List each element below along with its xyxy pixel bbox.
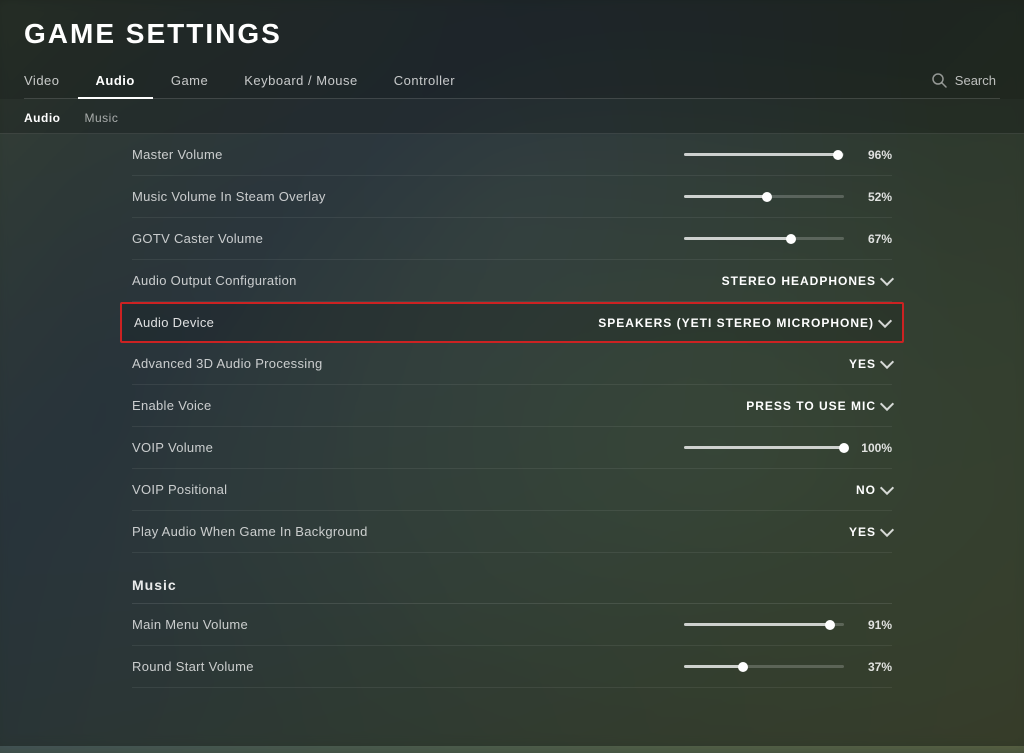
setting-label-main-menu-volume: Main Menu Volume: [132, 617, 248, 632]
slider-thumb-master-volume: [833, 150, 843, 160]
chevron-down-icon-audio-output: [880, 272, 894, 286]
setting-label-enable-voice: Enable Voice: [132, 398, 212, 413]
chevron-down-icon-3d-audio: [880, 355, 894, 369]
slider-voip-volume[interactable]: 100%: [684, 441, 892, 455]
setting-label-3d-audio: Advanced 3D Audio Processing: [132, 356, 323, 371]
slider-track-gotv[interactable]: [684, 237, 844, 240]
setting-row-main-menu-volume: Main Menu Volume 91%: [132, 604, 892, 646]
setting-value-audio-device[interactable]: SPEAKERS (YETI STEREO MICROPHONE): [598, 316, 890, 330]
tab-keyboard-mouse[interactable]: Keyboard / Mouse: [226, 65, 376, 98]
tab-controller[interactable]: Controller: [376, 65, 473, 98]
search-label: Search: [955, 73, 996, 88]
slider-fill-master-volume: [684, 153, 838, 156]
search-icon: [931, 72, 947, 88]
setting-row-voip-positional: VOIP Positional NO: [132, 469, 892, 511]
main-nav: Video Audio Game Keyboard / Mouse Contro…: [24, 64, 1000, 99]
chevron-down-icon-enable-voice: [880, 397, 894, 411]
setting-label-audio-output: Audio Output Configuration: [132, 273, 297, 288]
slider-value-round-start-volume: 37%: [856, 660, 892, 674]
setting-label-voip-positional: VOIP Positional: [132, 482, 227, 497]
slider-fill-voip-volume: [684, 446, 844, 449]
sub-tab-music[interactable]: Music: [85, 105, 135, 133]
sub-nav: Audio Music: [0, 99, 1024, 134]
setting-value-3d-audio[interactable]: YES: [849, 357, 892, 371]
slider-music-steam[interactable]: 52%: [684, 190, 892, 204]
voip-positional-value: NO: [856, 483, 876, 497]
settings-list: Master Volume 96% Music Volume In Steam …: [132, 134, 892, 688]
slider-thumb-main-menu-volume: [825, 620, 835, 630]
setting-label-play-audio-bg: Play Audio When Game In Background: [132, 524, 368, 539]
slider-thumb-music-steam: [762, 192, 772, 202]
setting-row-enable-voice: Enable Voice PRESS TO USE MIC: [132, 385, 892, 427]
audio-device-value: SPEAKERS (YETI STEREO MICROPHONE): [598, 316, 874, 330]
chevron-down-icon-play-audio-bg: [880, 523, 894, 537]
setting-row-audio-output: Audio Output Configuration STEREO HEADPH…: [132, 260, 892, 302]
main-container: GAME SETTINGS Video Audio Game Keyboard …: [0, 0, 1024, 746]
setting-row-master-volume: Master Volume 96%: [132, 134, 892, 176]
setting-row-round-start-volume: Round Start Volume 37%: [132, 646, 892, 688]
setting-row-audio-device: Audio Device SPEAKERS (YETI STEREO MICRO…: [120, 302, 904, 343]
3d-audio-value: YES: [849, 357, 876, 371]
setting-row-music-steam: Music Volume In Steam Overlay 52%: [132, 176, 892, 218]
slider-track-voip-volume[interactable]: [684, 446, 844, 449]
slider-track-main-menu-volume[interactable]: [684, 623, 844, 626]
music-section-header: Music: [132, 553, 892, 604]
slider-track-master-volume[interactable]: [684, 153, 844, 156]
page-title: GAME SETTINGS: [24, 18, 1000, 50]
slider-gotv[interactable]: 67%: [684, 232, 892, 246]
setting-row-voip-volume: VOIP Volume 100%: [132, 427, 892, 469]
setting-value-audio-output[interactable]: STEREO HEADPHONES: [722, 274, 892, 288]
slider-track-music-steam[interactable]: [684, 195, 844, 198]
slider-fill-round-start-volume: [684, 665, 743, 668]
settings-content: Master Volume 96% Music Volume In Steam …: [0, 134, 1024, 746]
setting-value-voip-positional[interactable]: NO: [856, 483, 892, 497]
setting-row-gotv: GOTV Caster Volume 67%: [132, 218, 892, 260]
tab-audio[interactable]: Audio: [78, 65, 153, 98]
slider-thumb-round-start-volume: [738, 662, 748, 672]
chevron-down-icon-voip-positional: [880, 481, 894, 495]
search-button[interactable]: Search: [927, 64, 1000, 98]
tab-game[interactable]: Game: [153, 65, 226, 98]
slider-thumb-gotv: [786, 234, 796, 244]
slider-fill-music-steam: [684, 195, 767, 198]
header: GAME SETTINGS Video Audio Game Keyboard …: [0, 0, 1024, 99]
slider-value-gotv: 67%: [856, 232, 892, 246]
slider-master-volume[interactable]: 96%: [684, 148, 892, 162]
chevron-down-icon-audio-device: [878, 314, 892, 328]
slider-value-master-volume: 96%: [856, 148, 892, 162]
setting-value-enable-voice[interactable]: PRESS TO USE MIC: [746, 399, 892, 413]
play-audio-bg-value: YES: [849, 525, 876, 539]
slider-fill-main-menu-volume: [684, 623, 830, 626]
setting-row-3d-audio: Advanced 3D Audio Processing YES: [132, 343, 892, 385]
setting-row-play-audio-bg: Play Audio When Game In Background YES: [132, 511, 892, 553]
enable-voice-value: PRESS TO USE MIC: [746, 399, 876, 413]
audio-output-value: STEREO HEADPHONES: [722, 274, 876, 288]
slider-value-main-menu-volume: 91%: [856, 618, 892, 632]
setting-label-voip-volume: VOIP Volume: [132, 440, 213, 455]
setting-value-play-audio-bg[interactable]: YES: [849, 525, 892, 539]
sub-tab-audio[interactable]: Audio: [24, 105, 77, 133]
slider-value-music-steam: 52%: [856, 190, 892, 204]
setting-label-master-volume: Master Volume: [132, 147, 223, 162]
setting-label-music-steam: Music Volume In Steam Overlay: [132, 189, 326, 204]
slider-thumb-voip-volume: [839, 443, 849, 453]
slider-value-voip-volume: 100%: [856, 441, 892, 455]
slider-main-menu-volume[interactable]: 91%: [684, 618, 892, 632]
slider-fill-gotv: [684, 237, 791, 240]
slider-track-round-start-volume[interactable]: [684, 665, 844, 668]
slider-round-start-volume[interactable]: 37%: [684, 660, 892, 674]
setting-label-gotv: GOTV Caster Volume: [132, 231, 263, 246]
setting-label-round-start-volume: Round Start Volume: [132, 659, 254, 674]
setting-label-audio-device: Audio Device: [134, 315, 214, 330]
tab-video[interactable]: Video: [24, 65, 78, 98]
